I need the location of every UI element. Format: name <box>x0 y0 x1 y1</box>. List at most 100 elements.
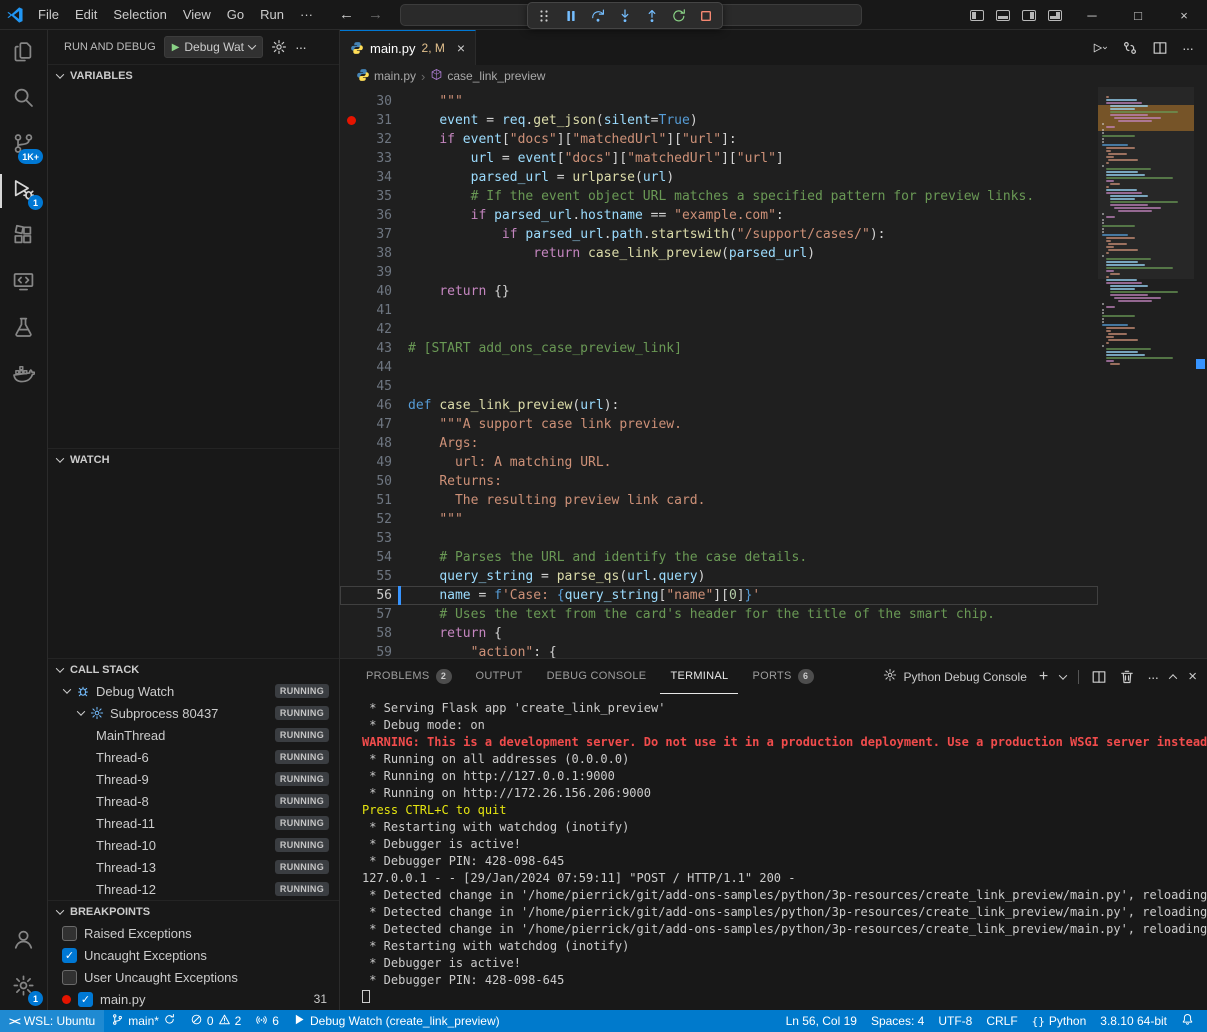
panel-tab-problems[interactable]: PROBLEMS2 <box>356 659 462 694</box>
maximize-panel-button[interactable] <box>1170 674 1176 680</box>
views-more-actions-button[interactable]: ··· <box>295 40 306 54</box>
step-over-button[interactable] <box>585 4 611 27</box>
menu-run[interactable]: Run <box>252 3 292 26</box>
code-line[interactable]: 43# [START add_ons_case_preview_link] <box>340 339 1098 358</box>
code-line[interactable]: 35 # If the event object URL matches a s… <box>340 187 1098 206</box>
minimap[interactable] <box>1098 87 1194 658</box>
code-line[interactable]: 44 <box>340 358 1098 377</box>
breakpoint-item[interactable]: ✓Uncaught Exceptions <box>48 944 339 966</box>
split-editor-button[interactable] <box>1152 40 1168 56</box>
menu-file[interactable]: File <box>30 3 67 26</box>
go-forward-button[interactable]: → <box>368 6 383 23</box>
code-line[interactable]: 45 <box>340 377 1098 396</box>
ports-status[interactable]: 6 <box>248 1010 286 1032</box>
callstack-item[interactable]: Debug WatchRUNNING <box>48 680 339 702</box>
activity-settings[interactable]: 1 <box>0 964 47 1010</box>
callstack-item[interactable]: MainThreadRUNNING <box>48 724 339 746</box>
indentation[interactable]: Spaces: 4 <box>864 1010 931 1032</box>
callstack-item[interactable]: Thread-12RUNNING <box>48 878 339 900</box>
run-python-file-button[interactable] <box>1092 40 1108 56</box>
drag-handle[interactable] <box>531 4 557 27</box>
split-terminal-button[interactable] <box>1091 669 1107 685</box>
variables-section-header[interactable]: VARIABLES <box>48 64 339 86</box>
activity-search[interactable] <box>0 76 47 122</box>
code-line[interactable]: 32 if event["docs"]["matchedUrl"]["url"]… <box>340 130 1098 149</box>
terminal-output[interactable]: * Serving Flask app 'create_link_preview… <box>340 694 1207 1010</box>
code-line[interactable]: 30 """ <box>340 92 1098 111</box>
code-line[interactable]: 33 url = event["docs"]["matchedUrl"]["ur… <box>340 149 1098 168</box>
cursor-position[interactable]: Ln 56, Col 19 <box>779 1010 864 1032</box>
activity-accounts[interactable] <box>0 918 47 964</box>
problems-status[interactable]: 02 <box>183 1010 248 1032</box>
activity-source-control[interactable]: 1K+ <box>0 122 47 168</box>
menu-selection[interactable]: Selection <box>105 3 174 26</box>
branch-status[interactable]: main* <box>104 1010 183 1032</box>
debug-launch-dropdown[interactable]: ▶ Debug Wat <box>164 36 263 58</box>
toggle-secondary-sidebar-icon[interactable] <box>1022 10 1036 21</box>
maximize-button[interactable]: □ <box>1115 0 1161 30</box>
close-window-button[interactable]: × <box>1161 0 1207 30</box>
new-terminal-button[interactable]: + <box>1039 669 1048 685</box>
code-line[interactable]: 46def case_link_preview(url): <box>340 396 1098 415</box>
callstack-item[interactable]: Thread-6RUNNING <box>48 746 339 768</box>
code-line[interactable]: 51 The resulting preview link card. <box>340 491 1098 510</box>
code-line[interactable]: 52 """ <box>340 510 1098 529</box>
activity-docker[interactable] <box>0 352 47 398</box>
breakpoint-checkbox[interactable]: ✓ <box>78 992 93 1007</box>
pause-button[interactable] <box>558 4 584 27</box>
callstack-item[interactable]: Thread-9RUNNING <box>48 768 339 790</box>
toggle-panel-icon[interactable] <box>996 10 1010 21</box>
breakpoint-gutter[interactable] <box>340 116 362 125</box>
code-line[interactable]: 54 # Parses the URL and identify the cas… <box>340 548 1098 567</box>
kill-terminal-button[interactable] <box>1119 669 1135 685</box>
restart-button[interactable] <box>666 4 692 27</box>
menu-view[interactable]: View <box>175 3 219 26</box>
close-tab-icon[interactable]: × <box>457 40 465 56</box>
panel-more-actions-button[interactable]: ··· <box>1147 670 1158 684</box>
eol[interactable]: CRLF <box>979 1010 1024 1032</box>
editor-tab-main-py[interactable]: main.py 2, M × <box>340 30 476 65</box>
breakpoint-checkbox[interactable] <box>62 926 77 941</box>
code-line[interactable]: 50 Returns: <box>340 472 1098 491</box>
menu-more[interactable]: ··· <box>292 3 321 26</box>
activity-extensions[interactable] <box>0 214 47 260</box>
close-panel-button[interactable]: × <box>1188 669 1197 684</box>
encoding[interactable]: UTF-8 <box>931 1010 979 1032</box>
debug-status[interactable]: Debug Watch (create_link_preview) <box>286 1010 507 1032</box>
code-line[interactable]: 58 return { <box>340 624 1098 643</box>
step-out-button[interactable] <box>639 4 665 27</box>
activity-testing[interactable] <box>0 306 47 352</box>
activity-remote-explorer[interactable] <box>0 260 47 306</box>
code-line[interactable]: 42 <box>340 320 1098 339</box>
customize-layout-icon[interactable] <box>1048 10 1062 21</box>
breakpoint-item[interactable]: User Uncaught Exceptions <box>48 966 339 988</box>
menu-edit[interactable]: Edit <box>67 3 105 26</box>
breakpoint-checkbox[interactable] <box>62 970 77 985</box>
terminal-dropdown-button[interactable] <box>1060 674 1066 680</box>
code-line[interactable]: 48 Args: <box>340 434 1098 453</box>
watch-section-header[interactable]: WATCH <box>48 448 339 470</box>
code-line[interactable]: 37 if parsed_url.path.startswith("/suppo… <box>340 225 1098 244</box>
breakpoint-item[interactable]: Raised Exceptions <box>48 922 339 944</box>
minimize-button[interactable]: ─ <box>1069 0 1115 30</box>
editor-more-actions-button[interactable]: ··· <box>1182 41 1193 55</box>
step-into-button[interactable] <box>612 4 638 27</box>
callstack-item[interactable]: Thread-13RUNNING <box>48 856 339 878</box>
go-back-button[interactable]: ← <box>339 6 354 23</box>
code-lines[interactable]: 30 """31 event = req.get_json(silent=Tru… <box>340 87 1098 658</box>
breakpoints-section-header[interactable]: BREAKPOINTS <box>48 900 339 922</box>
callstack-item[interactable]: Thread-11RUNNING <box>48 812 339 834</box>
callstack-item[interactable]: Thread-8RUNNING <box>48 790 339 812</box>
overview-ruler[interactable] <box>1194 87 1207 658</box>
interpreter[interactable]: 3.8.10 64-bit <box>1093 1010 1174 1032</box>
breakpoint-checkbox[interactable]: ✓ <box>62 948 77 963</box>
panel-tab-ports[interactable]: PORTS6 <box>742 659 823 694</box>
open-launch-json-gear-icon[interactable] <box>271 39 287 55</box>
code-line[interactable]: 53 <box>340 529 1098 548</box>
breadcrumb-item[interactable]: main.py <box>356 68 416 85</box>
panel-tab-terminal[interactable]: TERMINAL <box>660 659 738 694</box>
callstack-item[interactable]: Subprocess 80437RUNNING <box>48 702 339 724</box>
breakpoint-item[interactable]: ✓main.py31 <box>48 988 339 1010</box>
stop-button[interactable] <box>693 4 719 27</box>
code-line[interactable]: 55 query_string = parse_qs(url.query) <box>340 567 1098 586</box>
